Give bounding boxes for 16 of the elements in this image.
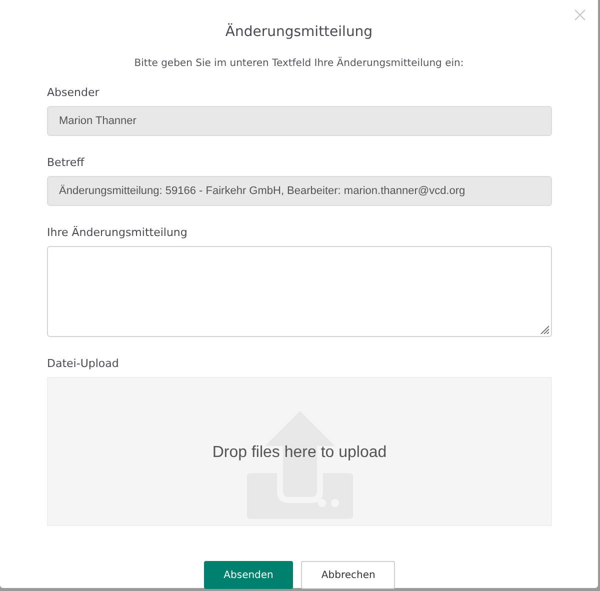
- submit-button[interactable]: Absenden: [204, 561, 294, 589]
- text-field[interactable]: Änderungsmitteilung: 59166 - Fairkehr GmbH, Bearbeiter: marion.thanner@vcd.org: [47, 176, 552, 206]
- upload-dropzone[interactable]: Drop files here to upload: [47, 377, 552, 526]
- resize-handle-icon: [540, 325, 549, 334]
- field-label: Betreff: [47, 156, 86, 170]
- dialog-title: Änderungsmitteilung: [225, 22, 373, 42]
- cancel-button[interactable]: Abbrechen: [301, 561, 396, 589]
- close-button[interactable]: [574, 8, 588, 22]
- field-label: Absender: [47, 86, 100, 100]
- close-icon: [574, 9, 586, 21]
- field-label: Ihre Änderungsmitteilung: [47, 226, 188, 240]
- field-label: Datei-Upload: [47, 357, 120, 371]
- upload-prompt: Drop files here to upload: [212, 443, 387, 463]
- message-textarea[interactable]: [47, 246, 552, 337]
- text-field[interactable]: Marion Thanner: [47, 106, 552, 136]
- intro-text: Bitte geben Sie im unteren Textfeld Ihre Änderungsmitteilung ein:: [134, 57, 464, 71]
